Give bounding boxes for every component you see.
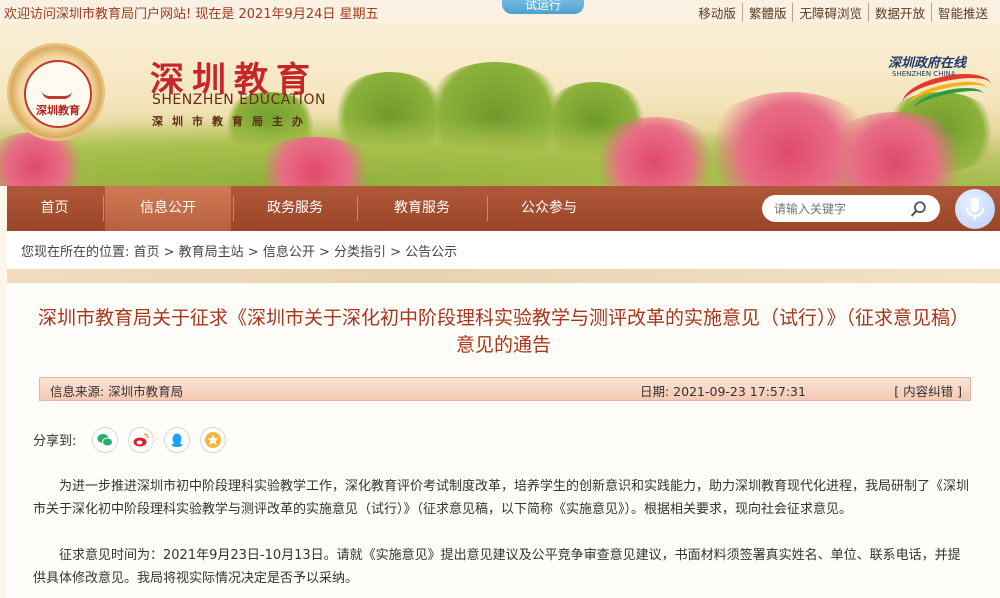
search-input[interactable] — [774, 199, 904, 218]
qq-icon — [171, 433, 183, 447]
open-data-link[interactable]: 数据开放 — [867, 3, 931, 22]
article-title: 深圳市教育局关于征求《深圳市关于深化初中阶段理科实验教学与测评改革的实施意见（试… — [7, 305, 1000, 359]
seal-text: 深圳教育 — [36, 104, 80, 117]
microphone-icon — [966, 198, 984, 220]
article-meta-bar: 信息来源: 深圳市教育局 日期: 2021-09-23 17:57:31 [ 内… — [39, 377, 971, 401]
nav-separator — [233, 196, 234, 221]
nav-item-education-services[interactable]: 教育服务 — [359, 186, 485, 231]
share-label: 分享到: — [33, 434, 77, 449]
info-source: 信息来源: 深圳市教育局 — [50, 384, 184, 399]
smart-push-link[interactable]: 智能推送 — [930, 3, 994, 22]
main-nav: 首页 信息公开 政务服务 教育服务 公众参与 — [7, 186, 1000, 231]
welcome-text: 欢迎访问深圳市教育局门户网站! 现在是 2021年9月24日 星期五 — [4, 7, 379, 22]
header-banner: 深圳教育 深圳教育 SHENZHEN EDUCATION 深圳市教育局主办 深圳… — [0, 22, 1000, 186]
decorative-strip — [7, 269, 1000, 283]
mobile-version-link[interactable]: 移动版 — [692, 3, 742, 22]
share-favorite-button[interactable] — [200, 427, 226, 453]
seal-inner: 深圳教育 — [24, 60, 92, 128]
trial-badge: 试运行 — [502, 0, 584, 14]
article-content: 深圳市教育局关于征求《深圳市关于深化初中阶段理科实验教学与测评改革的实施意见（试… — [7, 283, 1000, 598]
share-weibo-button[interactable] — [128, 427, 154, 453]
article-paragraph: 征求意见时间为：2021年9月23日-10月13日。请就《实施意见》提出意见建议… — [33, 548, 961, 586]
traditional-chinese-link[interactable]: 繁體版 — [741, 3, 793, 22]
accessibility-link[interactable]: 无障碍浏览 — [792, 3, 868, 22]
breadcrumb[interactable]: 您现在所在的位置: 首页 > 教育局主站 > 信息公开 > 分类指引 > 公告公… — [21, 241, 457, 260]
nav-item-info-disclosure[interactable]: 信息公开 — [105, 186, 231, 231]
nav-separator — [103, 196, 104, 221]
site-logo-subtitle: 深圳市教育局主办 — [152, 115, 312, 128]
article-paragraph: 为进一步推进深圳市初中阶段理科实验教学工作，深化教育评价考试制度改革，培养学生的… — [33, 479, 970, 517]
weibo-icon — [133, 433, 149, 447]
share-qq-button[interactable] — [164, 427, 190, 453]
article-title-line2: 意见的通告 — [455, 334, 551, 356]
nav-item-home[interactable]: 首页 — [7, 186, 102, 231]
article-title-line1: 深圳市教育局关于征求《深圳市关于深化初中阶段理科实验教学与测评改革的实施意见（试… — [37, 307, 969, 329]
share-wechat-button[interactable] — [92, 427, 118, 453]
voice-search-button[interactable] — [955, 189, 995, 229]
content-correction-link[interactable]: [ 内容纠错 ] — [894, 381, 962, 400]
breadcrumb-bar: 您现在所在的位置: 首页 > 教育局主站 > 信息公开 > 分类指引 > 公告公… — [7, 231, 1000, 269]
shenzhen-gov-online-logo[interactable]: 深圳政府在线 SHENZHEN CHINA — [888, 52, 995, 120]
nav-item-government-services[interactable]: 政务服务 — [235, 186, 355, 231]
wechat-icon — [97, 434, 113, 447]
site-logo-english: SHENZHEN EDUCATION — [152, 92, 326, 108]
nav-separator — [357, 196, 358, 221]
star-icon — [205, 432, 221, 448]
publish-date: 日期: 2021-09-23 17:57:31 — [640, 384, 806, 399]
gov-logo-chinese: 深圳政府在线 — [888, 56, 967, 71]
book-icon — [42, 74, 72, 99]
search-icon[interactable] — [910, 200, 928, 218]
top-bar: 欢迎访问深圳市教育局门户网站! 现在是 2021年9月24日 星期五 试运行 移… — [0, 0, 1000, 23]
nav-separator — [487, 196, 488, 221]
top-links: 移动版 繁體版 无障碍浏览 数据开放 智能推送 — [692, 3, 994, 22]
education-seal-logo[interactable]: 深圳教育 — [10, 46, 102, 138]
nav-item-public-participation[interactable]: 公众参与 — [489, 186, 609, 231]
search-box — [762, 195, 940, 222]
